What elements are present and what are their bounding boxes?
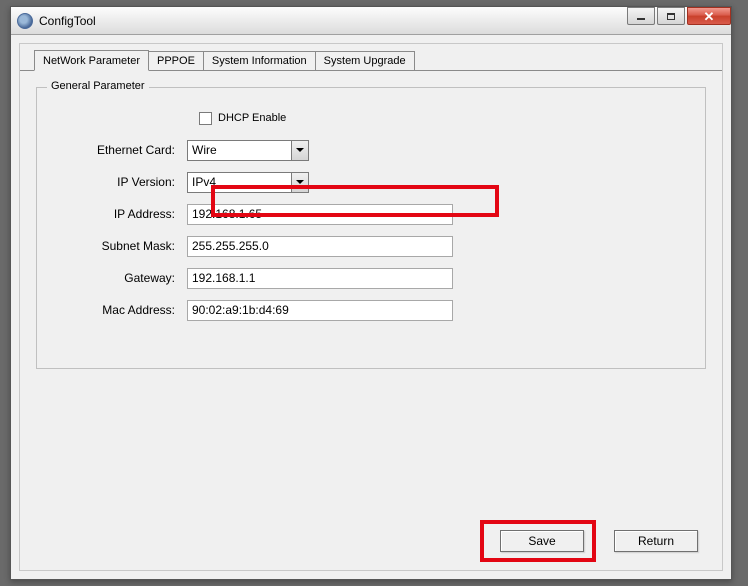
mac-row: Mac Address: <box>57 294 685 326</box>
dhcp-checkbox[interactable] <box>199 112 212 125</box>
close-button[interactable]: ✕ <box>687 7 731 25</box>
ipaddress-label: IP Address: <box>57 207 187 221</box>
ipversion-value: IPv4 <box>192 175 216 189</box>
ipversion-row: IP Version: IPv4 <box>57 166 685 198</box>
ethernet-row: Ethernet Card: Wire <box>57 134 685 166</box>
ipversion-label: IP Version: <box>57 175 187 189</box>
gateway-input[interactable] <box>187 268 453 289</box>
mac-label: Mac Address: <box>57 303 187 317</box>
subnet-input[interactable] <box>187 236 453 257</box>
tabstrip: NetWork Parameter PPPOE System Informati… <box>20 44 722 70</box>
minimize-button[interactable] <box>627 7 655 25</box>
maximize-icon <box>667 13 675 20</box>
dropdown-button[interactable] <box>291 173 308 192</box>
close-icon: ✕ <box>704 10 715 23</box>
dropdown-button[interactable] <box>291 141 308 160</box>
ethernet-label: Ethernet Card: <box>57 143 187 157</box>
tab-label: NetWork Parameter <box>43 55 140 67</box>
ipversion-select[interactable]: IPv4 <box>187 172 309 193</box>
ipaddress-row: IP Address: <box>57 198 685 230</box>
subnet-row: Subnet Mask: <box>57 230 685 262</box>
tab-network-parameter[interactable]: NetWork Parameter <box>34 50 149 71</box>
mac-input[interactable] <box>187 300 453 321</box>
save-label: Save <box>528 534 555 548</box>
titlebar[interactable]: ConfigTool ✕ <box>11 7 731 35</box>
return-label: Return <box>638 534 674 548</box>
chevron-down-icon <box>296 148 304 152</box>
ethernet-value: Wire <box>192 143 217 157</box>
window-title: ConfigTool <box>39 14 96 28</box>
tab-label: System Upgrade <box>324 55 406 67</box>
subnet-label: Subnet Mask: <box>57 239 187 253</box>
tab-panel: General Parameter DHCP Enable Ethernet C… <box>20 70 722 572</box>
tab-label: System Information <box>212 55 307 67</box>
general-parameter-group: General Parameter DHCP Enable Ethernet C… <box>36 87 706 369</box>
minimize-icon <box>637 18 645 20</box>
chevron-down-icon <box>296 180 304 184</box>
button-row: Save Return <box>500 530 698 552</box>
dhcp-row: DHCP Enable <box>199 106 685 130</box>
ethernet-select[interactable]: Wire <box>187 140 309 161</box>
save-button[interactable]: Save <box>500 530 584 552</box>
tab-system-information[interactable]: System Information <box>204 51 316 70</box>
tab-system-upgrade[interactable]: System Upgrade <box>316 51 415 70</box>
ipaddress-input[interactable] <box>187 204 453 225</box>
form: DHCP Enable Ethernet Card: Wire IP Versi… <box>57 106 685 326</box>
groupbox-title: General Parameter <box>47 80 149 92</box>
return-button[interactable]: Return <box>614 530 698 552</box>
dhcp-label: DHCP Enable <box>218 112 286 124</box>
tab-label: PPPOE <box>157 55 195 67</box>
gateway-row: Gateway: <box>57 262 685 294</box>
app-icon <box>17 13 33 29</box>
maximize-button[interactable] <box>657 7 685 25</box>
tab-pppoe[interactable]: PPPOE <box>149 51 204 70</box>
window-controls: ✕ <box>627 7 731 34</box>
app-window: ConfigTool ✕ NetWork Parameter PPPOE Sys… <box>10 6 732 580</box>
gateway-label: Gateway: <box>57 271 187 285</box>
client-area: NetWork Parameter PPPOE System Informati… <box>19 43 723 571</box>
